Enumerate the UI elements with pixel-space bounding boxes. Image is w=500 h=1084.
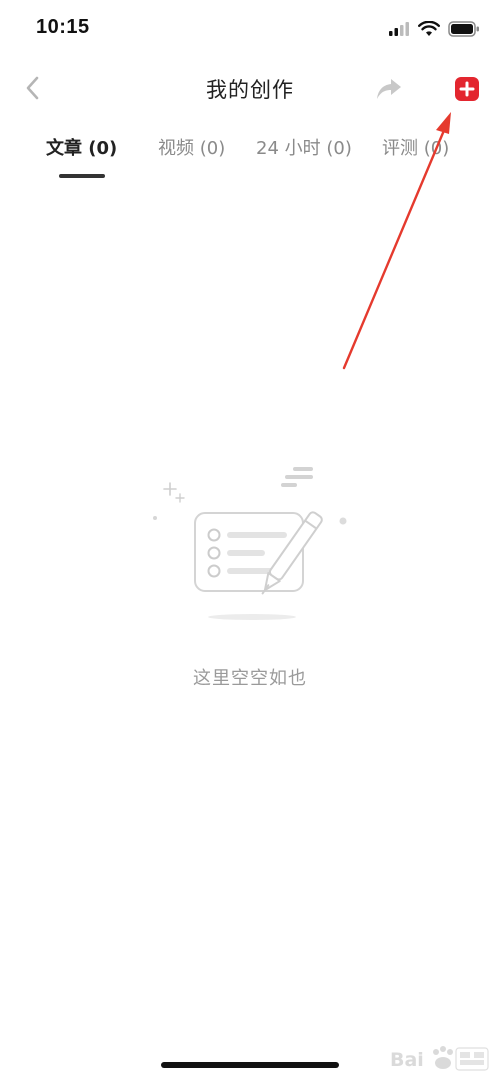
tab-24-hours[interactable]: 24 小时 (0) (256, 134, 352, 160)
tab-articles[interactable]: 文章 (0) (46, 134, 117, 160)
status-icons (388, 18, 480, 40)
plus-square-icon (455, 77, 479, 101)
empty-writing-illustration (153, 467, 347, 620)
status-time: 10:15 (36, 16, 90, 38)
page-title: 我的创作 (206, 78, 294, 102)
share-arrow-icon (377, 79, 401, 99)
home-indicator[interactable] (161, 1062, 339, 1068)
empty-state-text: 这里空空如也 (193, 668, 307, 689)
battery-icon (448, 21, 479, 37)
tab-bar: 文章 (0) 视频 (0) 24 小时 (0) 评测 (0) (0, 128, 500, 184)
status-bar: 10:15 (0, 0, 500, 58)
tab-videos[interactable]: 视频 (0) (158, 134, 225, 160)
svg-text:Bai: Bai (390, 1049, 424, 1071)
nav-bar: 我的创作 (0, 62, 500, 116)
tab-reviews[interactable]: 评测 (0) (382, 134, 449, 160)
share-button[interactable] (372, 74, 406, 104)
tab-indicator (59, 174, 105, 178)
wifi-icon (418, 21, 440, 36)
watermark-logo: Bai (390, 1046, 489, 1071)
add-button[interactable] (454, 76, 480, 102)
screen: 10:15 我的创作 文章 (0) 视频 (0) 24 小时 (0) 评测 (0… (0, 0, 500, 1084)
signal-icon (389, 22, 409, 36)
